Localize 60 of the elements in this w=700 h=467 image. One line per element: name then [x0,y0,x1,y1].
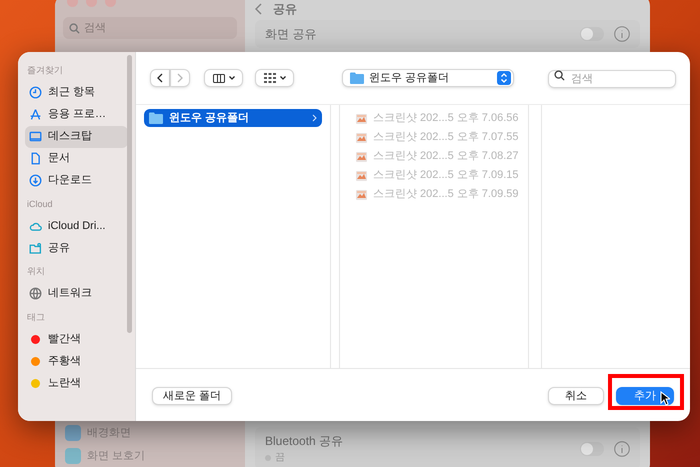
section-heading: 위치 [26,265,46,278]
group-view-button[interactable] [255,69,294,87]
search-field[interactable]: 검색 [548,70,676,88]
dialog-button[interactable]: 취소 [548,387,604,405]
image-file-icon [356,190,367,200]
globe-icon [29,287,42,300]
sidebar-item[interactable]: 문서 [25,148,128,170]
sidebar-item[interactable]: 네트워크 [25,282,128,304]
sidebar-item[interactable]: 최근 항목 [25,82,128,104]
back-button[interactable] [150,69,170,87]
caret-icon [228,76,234,80]
info-icon[interactable] [614,440,630,456]
toggle-switch[interactable] [580,27,604,41]
document-icon [29,152,42,165]
chevron-right-icon [177,73,183,83]
sidebar-item[interactable]: 노란색 [25,372,128,394]
scrollbar[interactable] [127,55,132,333]
sidebar-item[interactable]: 빨간색 [25,328,128,350]
columns-icon [212,74,224,82]
toggle-switch[interactable] [580,442,604,456]
shared-folder-icon [29,242,42,254]
search-icon [554,70,565,81]
download-icon [29,174,42,187]
sidebar-item[interactable]: 데스크탑 [25,126,128,148]
desktop-icon [29,130,42,143]
section-heading: 태그 [26,310,46,324]
grid-icon [264,73,276,83]
sidebar-item[interactable]: 공유 [25,237,128,259]
folder-icon [149,112,163,124]
app-store-icon [29,108,42,121]
chevron-right-icon [312,114,317,122]
folder-row[interactable]: 윈도우 공유폴더 [144,109,322,127]
folder-icon [350,72,364,84]
dialog-button[interactable]: 새로운 폴더 [152,387,232,405]
search-icon [69,22,80,34]
image-file-icon [356,170,367,180]
dialog-button[interactable]: 추가 [616,387,674,406]
sidebar-item[interactable]: iCloud Dri... [25,215,128,237]
sidebar-item[interactable]: 응용 프로… [25,104,128,126]
column-view-button[interactable] [204,69,243,87]
caret-icon [280,76,286,80]
wallpaper-icon [65,425,81,442]
section-heading: iCloud [26,198,54,210]
window-title: 공유 [273,1,297,18]
sidebar-item[interactable]: 다운로드 [25,170,128,192]
location-popup[interactable]: 윈도우 공유폴더 [342,69,514,87]
image-file-icon [356,132,367,142]
stepper-icon [497,71,511,85]
image-file-icon [356,152,367,162]
section-heading: 즐겨찾기 [26,64,64,77]
setting-label: 화면 공유 [265,26,316,43]
back-chevron-icon[interactable] [255,3,263,15]
chevron-left-icon [157,73,163,83]
pointer-cursor-icon [660,391,670,406]
setting-label: Bluetooth 공유 [265,433,344,450]
info-icon[interactable] [614,26,630,42]
image-file-icon [356,114,367,124]
clock-icon [29,86,42,99]
screensaver-icon [65,448,81,464]
sidebar-item[interactable]: 주황색 [25,350,128,372]
